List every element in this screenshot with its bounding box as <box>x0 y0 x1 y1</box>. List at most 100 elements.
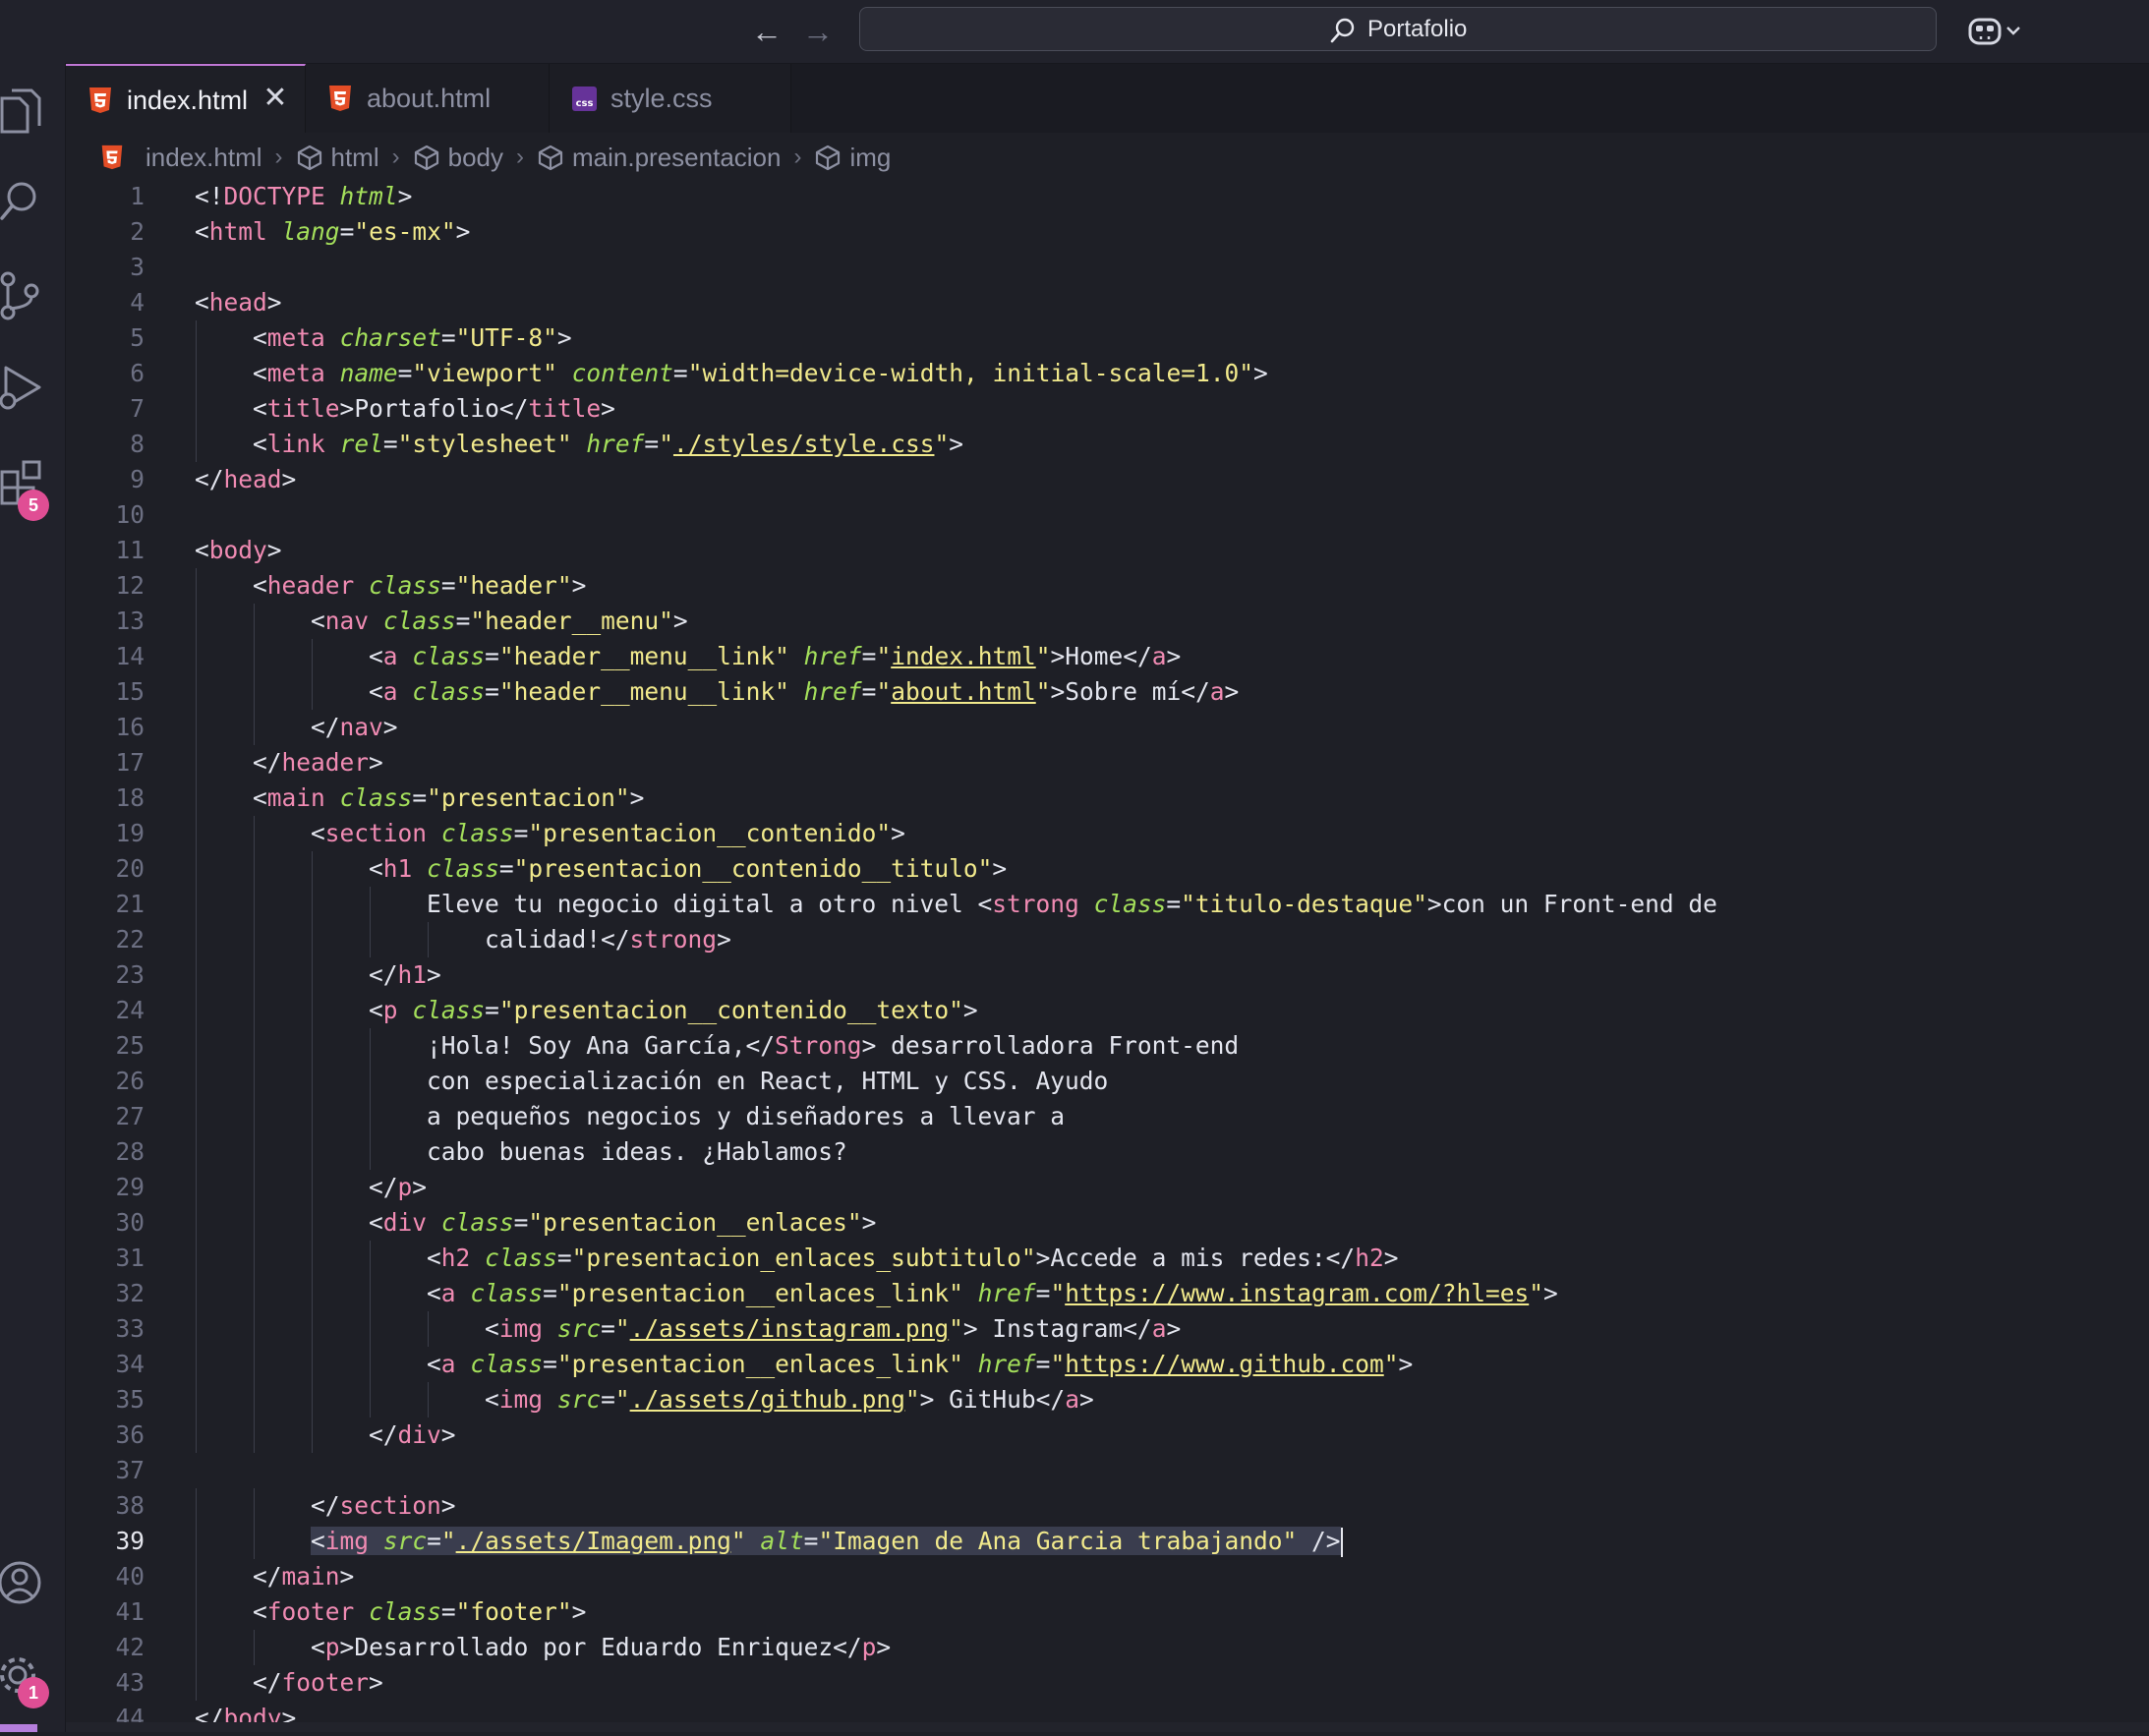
code-text: <h2 class="presentacion_enlaces_subtitul… <box>427 1244 1399 1272</box>
code-line[interactable]: 12 <header class="header"> <box>66 568 2149 604</box>
code-line[interactable]: 7 <title>Portafolio</title> <box>66 391 2149 427</box>
source-control-icon[interactable] <box>0 269 45 324</box>
line-number: 31 <box>115 1244 145 1272</box>
settings-gear-icon[interactable]: 1 <box>0 1648 49 1708</box>
code-line[interactable]: 4 <head> <box>66 285 2149 320</box>
arrow-right-icon[interactable]: → <box>800 14 836 49</box>
settings-badge: 1 <box>18 1677 49 1708</box>
line-number: 23 <box>115 960 145 989</box>
code-line[interactable]: 26 con especialización en React, HTML y … <box>66 1064 2149 1099</box>
code-line[interactable]: 29 </p> <box>66 1170 2149 1205</box>
code-text: </head> <box>195 465 297 493</box>
code-line[interactable]: 30 <div class="presentacion__enlaces"> <box>66 1205 2149 1241</box>
line-number: 37 <box>115 1456 145 1484</box>
line-number: 24 <box>115 996 145 1024</box>
horizontal-scrollbar[interactable] <box>66 1722 2149 1732</box>
search-icon[interactable] <box>0 177 45 232</box>
code-editor[interactable]: 1 <!DOCTYPE html> 2 <html lang="es-mx"> 3 4 <h… <box>66 177 2149 1732</box>
breadcrumb-img[interactable]: img <box>814 143 891 173</box>
code-line[interactable]: 33 <img src="./assets/instagram.png"> In… <box>66 1311 2149 1347</box>
code-text: <p>Desarrollado por Eduardo Enriquez</p> <box>311 1633 892 1661</box>
line-number: 18 <box>115 783 145 812</box>
code-line[interactable]: 18 <main class="presentacion"> <box>66 781 2149 816</box>
code-line[interactable]: 17 </header> <box>66 745 2149 781</box>
code-line[interactable]: 24 <p class="presentacion__contenido__te… <box>66 993 2149 1028</box>
breadcrumb-main[interactable]: main.presentacion <box>537 143 781 173</box>
code-line[interactable]: 14 <a class="header__menu__link" href="i… <box>66 639 2149 674</box>
close-icon[interactable]: ✕ <box>262 84 288 113</box>
code-line[interactable]: 40 </main> <box>66 1559 2149 1594</box>
extensions-icon[interactable]: 5 <box>0 456 49 521</box>
code-line[interactable]: 20 <h1 class="presentacion__contenido__t… <box>66 851 2149 887</box>
code-line[interactable]: 37 <box>66 1453 2149 1488</box>
code-line[interactable]: 11 <body> <box>66 533 2149 568</box>
code-text: <meta charset="UTF-8"> <box>253 323 572 352</box>
code-line[interactable]: 43 </footer> <box>66 1665 2149 1701</box>
code-line[interactable]: 39 <img src="./assets/Imagem.png" alt="I… <box>66 1524 2149 1559</box>
chevron-right-icon: › <box>516 144 525 170</box>
copilot-icon[interactable] <box>1966 12 2025 49</box>
code-line[interactable]: 32 <a class="presentacion__enlaces_link"… <box>66 1276 2149 1311</box>
code-line[interactable]: 31 <h2 class="presentacion_enlaces_subti… <box>66 1241 2149 1276</box>
html5-icon <box>89 87 111 113</box>
code-line[interactable]: 13 <nav class="header__menu"> <box>66 604 2149 639</box>
code-text: </p> <box>369 1173 428 1201</box>
code-line[interactable]: 2 <html lang="es-mx"> <box>66 214 2149 250</box>
code-line[interactable]: 15 <a class="header__menu__link" href="a… <box>66 674 2149 710</box>
code-text: <p class="presentacion__contenido__texto… <box>369 996 978 1024</box>
line-number: 40 <box>115 1562 145 1591</box>
code-line[interactable]: 38 </section> <box>66 1488 2149 1524</box>
code-line[interactable]: 42 <p>Desarrollado por Eduardo Enriquez<… <box>66 1630 2149 1665</box>
line-number: 43 <box>115 1668 145 1697</box>
breadcrumb-file[interactable]: index.html <box>98 143 262 173</box>
code-line[interactable]: 19 <section class="presentacion__conteni… <box>66 816 2149 851</box>
tab-style-css[interactable]: css style.css <box>550 64 791 133</box>
title-bar: ← → Portafolio <box>0 0 2149 64</box>
code-line[interactable]: 28 cabo buenas ideas. ¿Hablamos? <box>66 1134 2149 1170</box>
breadcrumb-label: body <box>447 142 504 172</box>
arrow-left-icon[interactable]: ← <box>749 14 784 49</box>
code-text: <h1 class="presentacion__contenido__titu… <box>369 854 1008 883</box>
breadcrumb-html[interactable]: html <box>296 143 379 173</box>
code-line[interactable]: 36 </div> <box>66 1418 2149 1453</box>
code-text: <img src="./assets/instagram.png"> Insta… <box>485 1314 1182 1343</box>
line-number: 11 <box>115 536 145 564</box>
code-text: <a class="presentacion__enlaces_link" hr… <box>427 1350 1414 1378</box>
code-line[interactable]: 22 calidad!</strong> <box>66 922 2149 957</box>
code-line[interactable]: 3 <box>66 250 2149 285</box>
tab-index-html[interactable]: index.html ✕ <box>66 64 306 133</box>
tab-about-html[interactable]: about.html <box>306 64 550 133</box>
code-line[interactable]: 25 ¡Hola! Soy Ana García,</Strong> desar… <box>66 1028 2149 1064</box>
code-line[interactable]: 1 <!DOCTYPE html> <box>66 179 2149 214</box>
code-line[interactable]: 5 <meta charset="UTF-8"> <box>66 320 2149 356</box>
code-text: <body> <box>195 536 282 564</box>
line-number: 29 <box>115 1173 145 1201</box>
code-line[interactable]: 9 </head> <box>66 462 2149 497</box>
line-number: 34 <box>115 1350 145 1378</box>
account-icon[interactable] <box>0 1555 45 1610</box>
code-line[interactable]: 41 <footer class="footer"> <box>66 1594 2149 1630</box>
code-line[interactable]: 35 <img src="./assets/github.png"> GitHu… <box>66 1382 2149 1418</box>
line-number: 8 <box>130 430 145 458</box>
code-line[interactable]: 8 <link rel="stylesheet" href="./styles/… <box>66 427 2149 462</box>
breadcrumb-body[interactable]: body <box>413 143 503 173</box>
code-line[interactable]: 16 </nav> <box>66 710 2149 745</box>
command-center-search[interactable]: Portafolio <box>859 7 1937 51</box>
code-line[interactable]: 10 <box>66 497 2149 533</box>
search-label: Portafolio <box>1367 16 1468 42</box>
code-line[interactable]: 27 a pequeños negocios y diseñadores a l… <box>66 1099 2149 1134</box>
html5-icon <box>101 145 123 170</box>
line-number: 41 <box>115 1597 145 1626</box>
line-number: 16 <box>115 713 145 741</box>
code-line[interactable]: 6 <meta name="viewport" content="width=d… <box>66 356 2149 391</box>
code-text: <img src="./assets/Imagem.png" alt="Imag… <box>311 1527 1343 1557</box>
code-line[interactable]: 21 Eleve tu negocio digital a otro nivel… <box>66 887 2149 922</box>
run-debug-icon[interactable] <box>0 362 45 417</box>
line-number: 19 <box>115 819 145 847</box>
code-text: <a class="header__menu__link" href="abou… <box>369 677 1240 706</box>
line-number: 26 <box>115 1067 145 1095</box>
explorer-icon[interactable] <box>0 85 45 140</box>
line-number: 36 <box>115 1420 145 1449</box>
code-line[interactable]: 34 <a class="presentacion__enlaces_link"… <box>66 1347 2149 1382</box>
code-line[interactable]: 23 </h1> <box>66 957 2149 993</box>
